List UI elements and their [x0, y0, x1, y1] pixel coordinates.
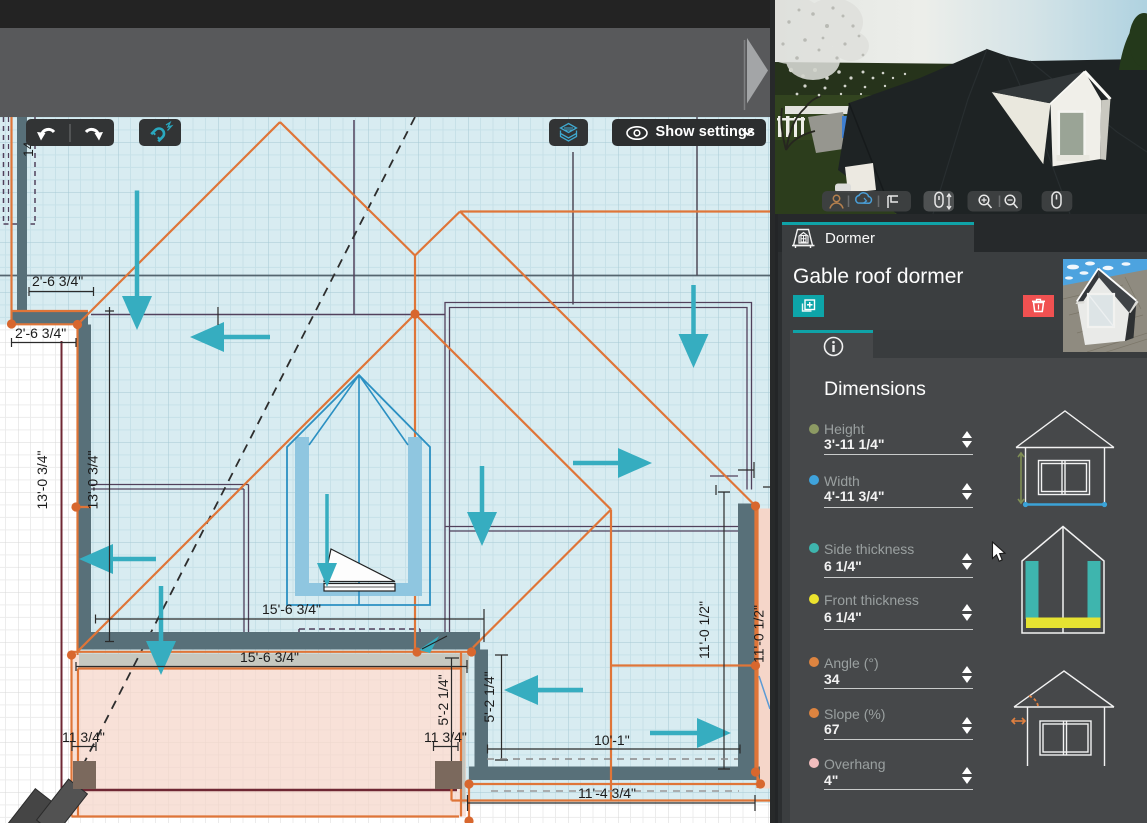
- svg-text:2'-6 3/4": 2'-6 3/4": [32, 273, 83, 289]
- svg-text:11 3/4": 11 3/4": [424, 729, 467, 745]
- svg-text:11'-0 1/2": 11'-0 1/2": [751, 605, 767, 663]
- svg-text:11'-0 1/2": 11'-0 1/2": [696, 601, 712, 659]
- svg-text:13'-0 3/4": 13'-0 3/4": [85, 450, 101, 509]
- svg-text:10'-1": 10'-1": [594, 732, 630, 748]
- svg-text:11 3/4": 11 3/4": [62, 729, 105, 745]
- svg-text:2'-6 3/4": 2'-6 3/4": [15, 325, 66, 341]
- svg-text:11'-4 3/4": 11'-4 3/4": [578, 785, 636, 801]
- svg-text:5'-2 1/4": 5'-2 1/4": [481, 671, 497, 722]
- svg-text:15'-6 3/4": 15'-6 3/4": [262, 601, 321, 617]
- svg-text:15'-6 3/4": 15'-6 3/4": [240, 649, 299, 665]
- svg-text:13'-0 3/4": 13'-0 3/4": [34, 450, 50, 509]
- svg-text:5'-2 1/4": 5'-2 1/4": [435, 674, 451, 725]
